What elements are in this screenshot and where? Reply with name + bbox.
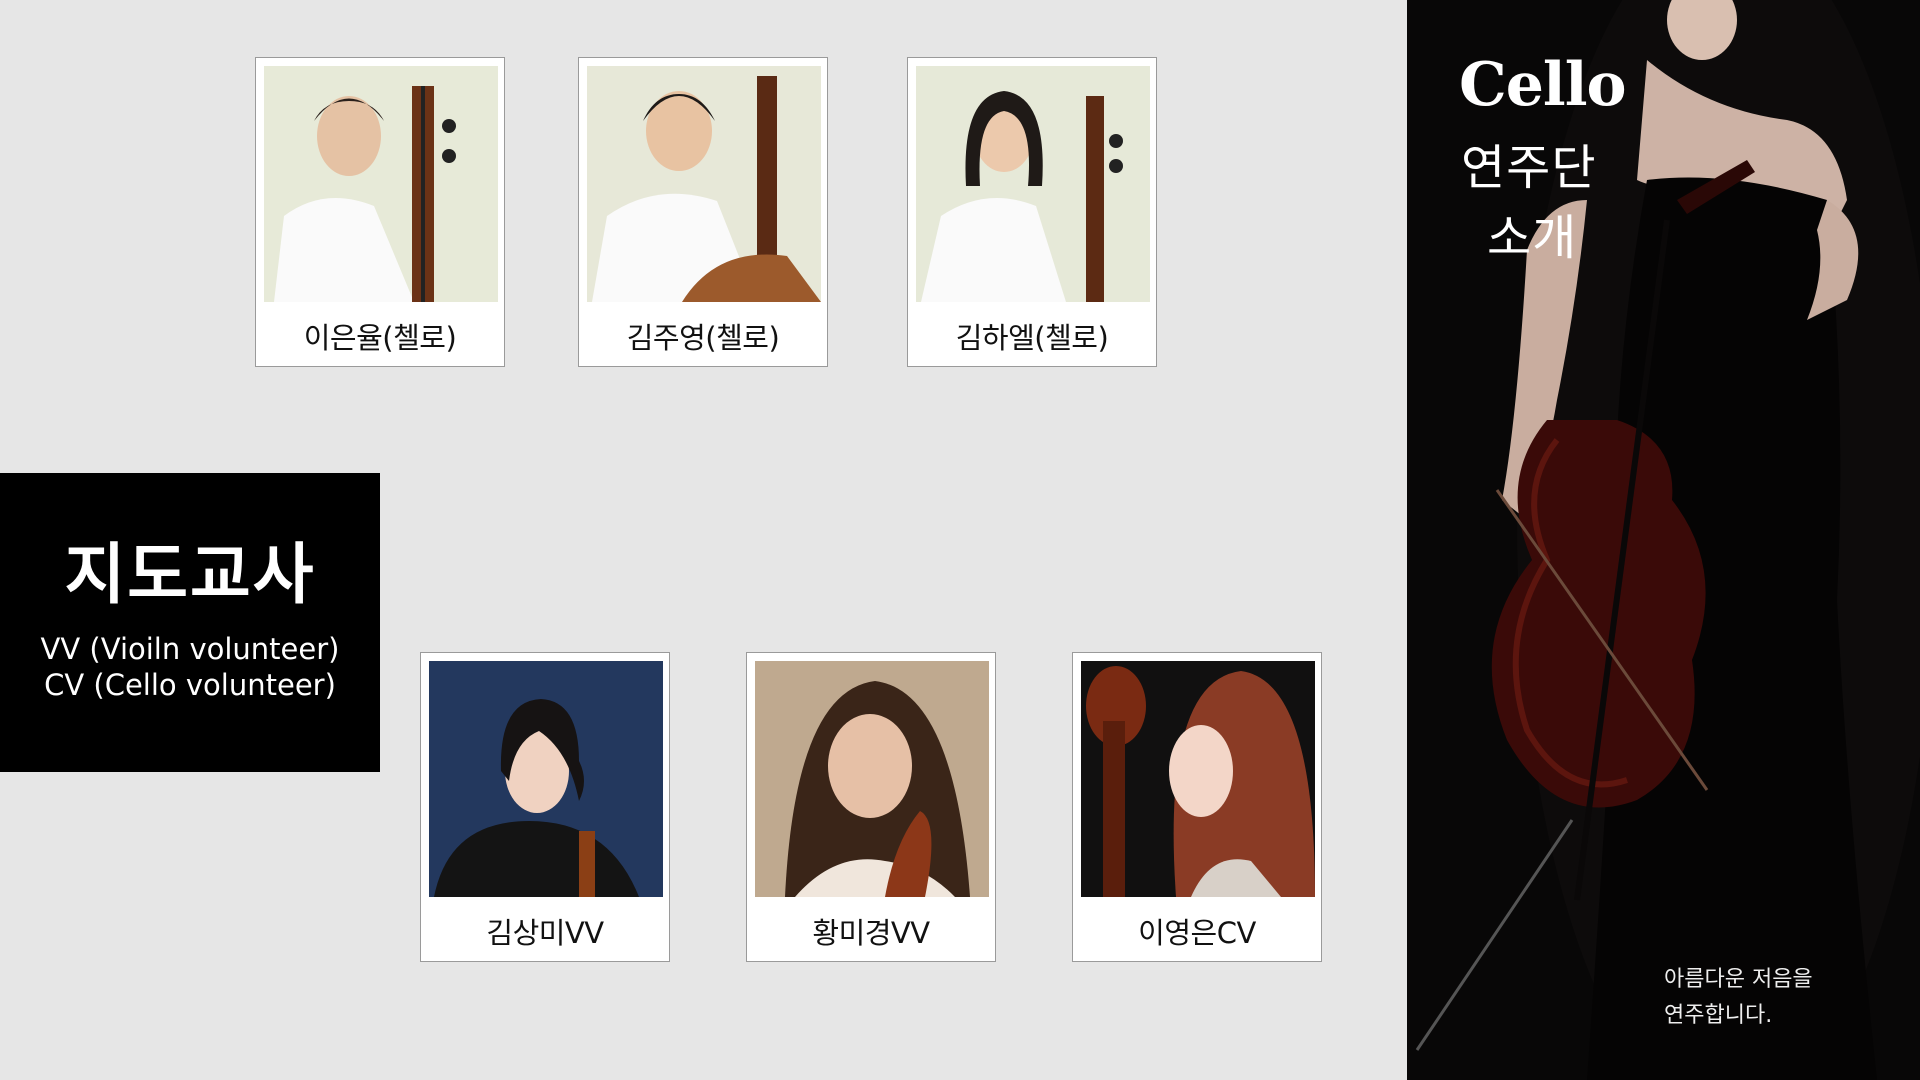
- student-card: 김하엘(첼로): [907, 57, 1157, 367]
- teacher-photo: [755, 661, 989, 897]
- poster-tagline: 아름다운 저음을 연주합니다.: [1664, 962, 1813, 1034]
- student-name: 김하엘(첼로): [955, 321, 1109, 355]
- student-name: 김주영(첼로): [626, 321, 780, 355]
- teacher-card: 황미경VV: [746, 652, 996, 962]
- poster-title-line2: 소개: [1487, 210, 1578, 266]
- student-photo: [264, 66, 498, 302]
- teacher-photo: [429, 661, 663, 897]
- poster-title-line1: 연주단: [1461, 140, 1597, 196]
- teachers-legend: VV (Vioiln volunteer) CV (Cello voluntee…: [0, 631, 380, 703]
- teachers-label-box: 지도교사 VV (Vioiln volunteer) CV (Cello vol…: [0, 473, 380, 772]
- teacher-name: 이영은CV: [1138, 916, 1256, 950]
- poster-title-en: Cello: [1459, 50, 1627, 120]
- teacher-name: 황미경VV: [812, 916, 930, 950]
- tagline-line2: 연주합니다.: [1664, 1003, 1773, 1028]
- student-card: 김주영(첼로): [578, 57, 828, 367]
- student-name: 이은율(첼로): [303, 321, 457, 355]
- student-photo: [587, 66, 821, 302]
- teacher-card: 이영은CV: [1072, 652, 1322, 962]
- teacher-name: 김상미VV: [486, 916, 604, 950]
- poster-panel: Cello 연주단 소개 아름다운 저음을 연주합니다.: [1407, 0, 1920, 1080]
- legend-vv: VV (Vioiln volunteer): [40, 632, 340, 666]
- student-photo: [916, 66, 1150, 302]
- teacher-card: 김상미VV: [420, 652, 670, 962]
- legend-cv: CV (Cello volunteer): [44, 668, 336, 702]
- teacher-photo: [1081, 661, 1315, 897]
- teachers-title: 지도교사: [64, 536, 316, 613]
- student-card: 이은율(첼로): [255, 57, 505, 367]
- tagline-line1: 아름다운 저음을: [1664, 967, 1813, 992]
